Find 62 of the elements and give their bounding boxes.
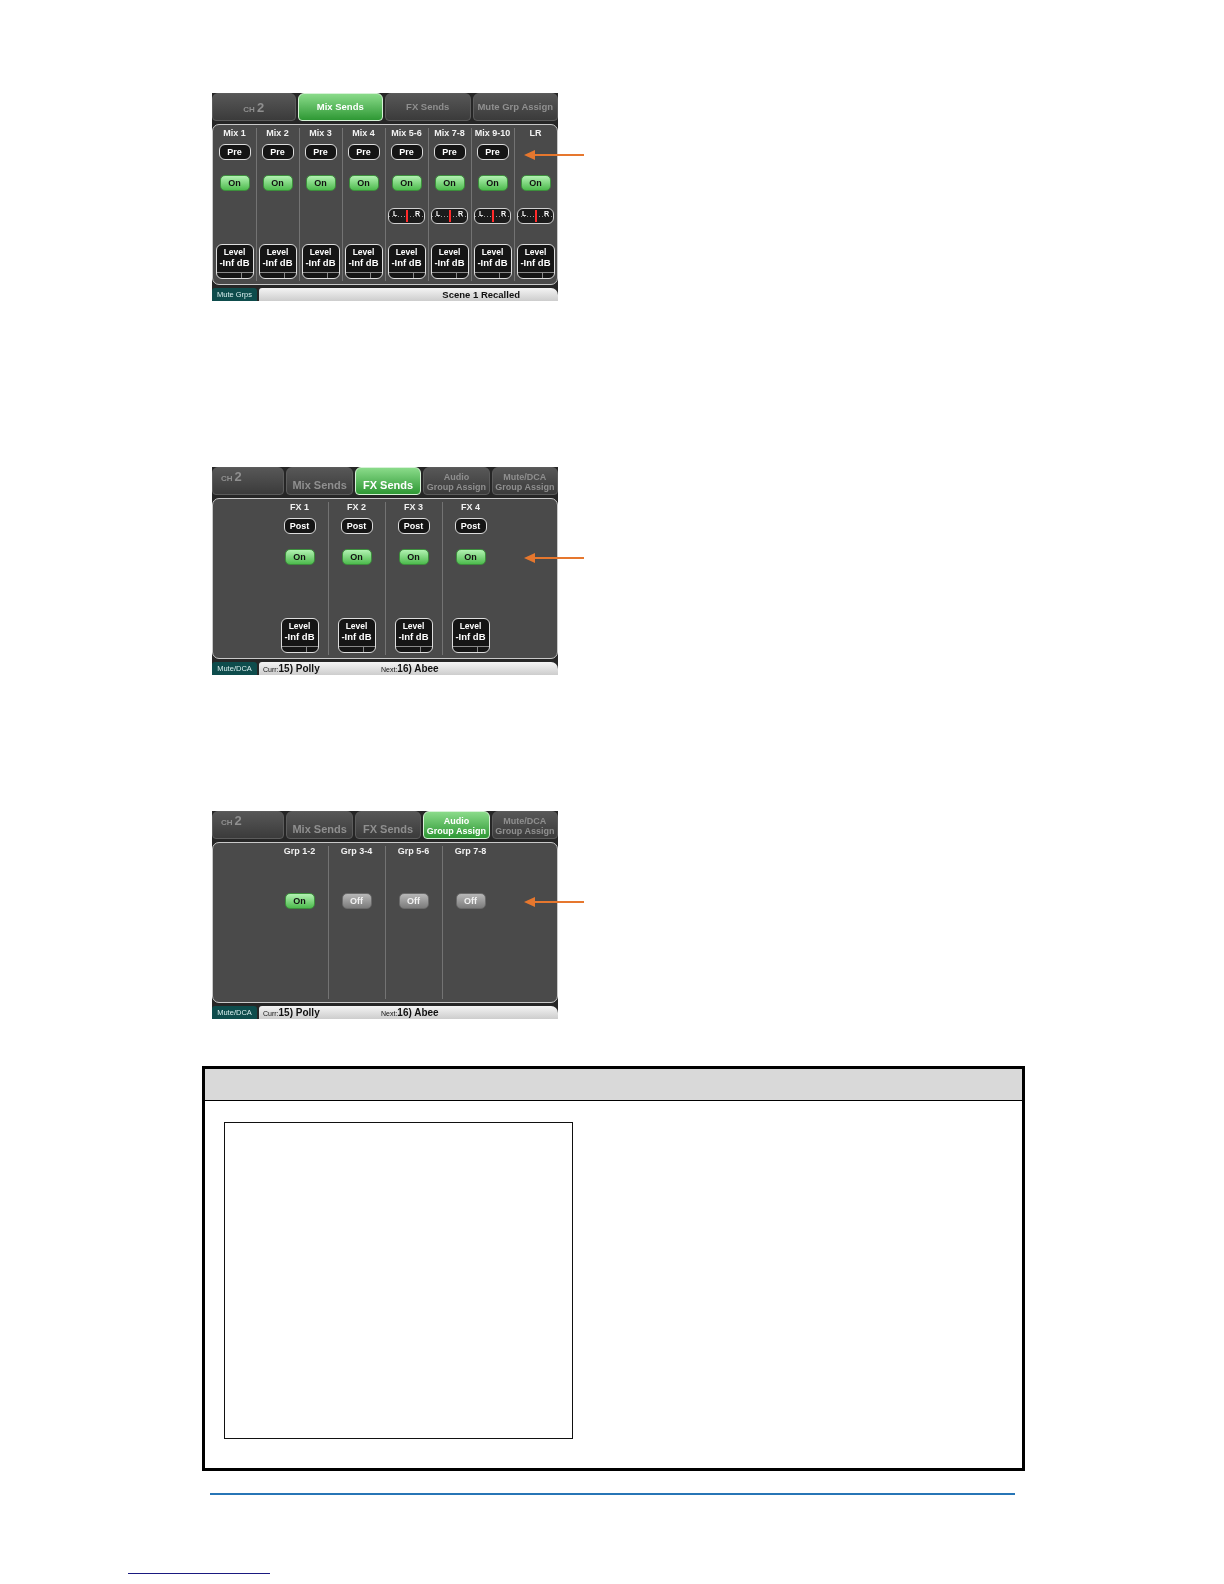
- toggle-button[interactable]: On: [434, 174, 465, 191]
- column-label: Grp 7-8: [454, 846, 487, 856]
- level-button[interactable]: Level -Inf dB: [516, 243, 555, 279]
- mode-button[interactable]: Post: [397, 517, 430, 534]
- column-label: Grp 5-6: [397, 846, 430, 856]
- column-label: Mix 3: [309, 128, 332, 138]
- column-label: LR: [529, 128, 542, 138]
- toggle-button[interactable]: On: [391, 174, 422, 191]
- level-button[interactable]: Level -Inf dB: [387, 243, 426, 279]
- callout-arrow: [524, 553, 584, 563]
- toggle-button[interactable]: On: [284, 548, 315, 565]
- toggle-button[interactable]: On: [398, 548, 429, 565]
- pan-thumb[interactable]: [448, 209, 451, 222]
- toggle-button[interactable]: On: [341, 548, 372, 565]
- pan-thumb[interactable]: [491, 209, 494, 222]
- level-button[interactable]: Level -Inf dB: [258, 243, 297, 279]
- status-value: 16) Abee: [397, 1007, 439, 1018]
- callout-arrow: [524, 150, 584, 160]
- toggle-button[interactable]: On: [262, 174, 293, 191]
- mode-button[interactable]: Post: [454, 517, 487, 534]
- mode-button[interactable]: Pre: [433, 143, 466, 160]
- toggle-button[interactable]: On: [477, 174, 508, 191]
- mode-button[interactable]: Post: [340, 517, 373, 534]
- column-label: FX 1: [290, 502, 309, 512]
- column-label: Mix 1: [223, 128, 246, 138]
- toggle-button[interactable]: On: [219, 174, 250, 191]
- column-label: FX 2: [347, 502, 366, 512]
- column-label: Mix 9-10: [474, 128, 511, 138]
- mode-button[interactable]: Pre: [261, 143, 294, 160]
- toggle-button[interactable]: On: [348, 174, 379, 191]
- column-label: Grp 3-4: [340, 846, 373, 856]
- level-button[interactable]: Level -Inf dB: [215, 243, 254, 279]
- toggle-button[interactable]: On: [305, 174, 336, 191]
- mode-button[interactable]: Pre: [347, 143, 380, 160]
- status-value: 16) Abee: [397, 663, 439, 674]
- level-button[interactable]: Level -Inf dB: [301, 243, 340, 279]
- column-label: Grp 1-2: [283, 846, 316, 856]
- pan-thumb[interactable]: [405, 209, 408, 222]
- pan-thumb[interactable]: [534, 209, 537, 222]
- level-button[interactable]: Level -Inf dB: [280, 617, 319, 653]
- level-button[interactable]: Level -Inf dB: [430, 243, 469, 279]
- level-button[interactable]: Level -Inf dB: [344, 243, 383, 279]
- mode-button[interactable]: Pre: [390, 143, 423, 160]
- level-button[interactable]: Level -Inf dB: [451, 617, 490, 653]
- callout-arrow: [524, 897, 584, 907]
- toggle-button[interactable]: On: [284, 892, 315, 909]
- level-button[interactable]: Level -Inf dB: [394, 617, 433, 653]
- toggle-button[interactable]: On: [455, 548, 486, 565]
- column-label: Mix 4: [352, 128, 375, 138]
- column-label: FX 4: [461, 502, 480, 512]
- level-button[interactable]: Level -Inf dB: [337, 617, 376, 653]
- mode-button[interactable]: Pre: [218, 143, 251, 160]
- mode-button[interactable]: Pre: [476, 143, 509, 160]
- level-button[interactable]: Level -Inf dB: [473, 243, 512, 279]
- column-label: Mix 5-6: [391, 128, 422, 138]
- column-label: FX 3: [404, 502, 423, 512]
- column-label: Mix 2: [266, 128, 289, 138]
- mode-button[interactable]: Pre: [304, 143, 337, 160]
- status-message: Scene 1 Recalled: [442, 289, 520, 300]
- mode-button[interactable]: Post: [283, 517, 316, 534]
- column-label: Mix 7-8: [434, 128, 465, 138]
- toggle-button[interactable]: On: [520, 174, 551, 191]
